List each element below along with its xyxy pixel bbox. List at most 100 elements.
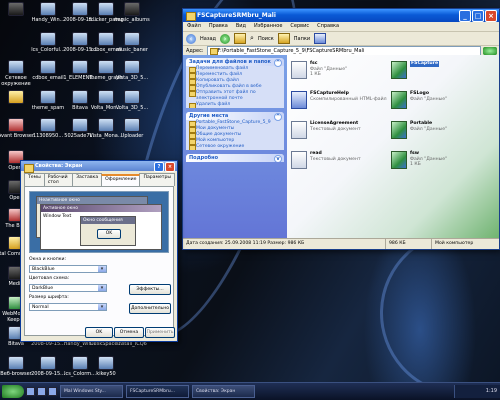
tab-desktop[interactable]: Рабочий стол — [43, 173, 74, 186]
chevron-down-icon[interactable]: v — [274, 155, 282, 162]
desktop-icon[interactable]: Uploader — [110, 118, 154, 139]
desktop-icon[interactable]: music_baner — [110, 32, 154, 53]
back-button[interactable]: ‹ — [186, 33, 196, 44]
desktop-icon-label: Vista_3D_5... — [115, 75, 149, 81]
status-bar: Дата создания: 25.09.2008 11:19 Размер: … — [183, 238, 499, 249]
display-properties-dialog[interactable]: Свойства: Экран ? × Темы Рабочий стол За… — [20, 160, 178, 342]
menu-help[interactable]: Справка — [317, 22, 339, 31]
forward-button[interactable]: › — [220, 33, 231, 44]
shortcut-icon — [40, 60, 56, 74]
start-button[interactable] — [2, 385, 24, 398]
taskbar: Mal Windows Sty... FSCaptureSRMbru... Св… — [0, 382, 500, 400]
folders-icon[interactable] — [277, 33, 290, 44]
minimize-button[interactable]: _ — [459, 10, 471, 22]
advanced-button[interactable]: Дополнительно — [129, 303, 171, 314]
close-button[interactable]: × — [485, 10, 497, 22]
tab-settings[interactable]: Параметры — [139, 173, 175, 186]
cancel-button[interactable]: Отмена — [114, 327, 144, 338]
task-pane: Задачи для файлов и папок ^ Переименовать… — [183, 55, 287, 239]
file-item[interactable]: LicenseAgreement Текстовый документ — [291, 121, 387, 145]
shortcut-icon — [40, 356, 56, 370]
search-label[interactable]: Поиск — [258, 36, 274, 42]
file-size: 1 КБ — [410, 162, 421, 167]
menu-tools[interactable]: Сервис — [290, 22, 309, 31]
file-item[interactable]: read Текстовый документ — [291, 151, 387, 175]
shortcut-icon — [124, 2, 140, 16]
menu-edit[interactable]: Правка — [209, 22, 228, 31]
shortcut-icon — [98, 356, 114, 370]
file-icon — [391, 61, 407, 79]
file-task-link[interactable]: Отправить этот файл по электронной почте — [186, 90, 284, 102]
shortcut-icon — [8, 60, 24, 74]
file-type: Текстовый документ — [310, 156, 361, 162]
chevron-down-icon[interactable]: ▾ — [98, 304, 106, 310]
up-folder-icon[interactable] — [234, 33, 247, 44]
dialog-titlebar[interactable]: Свойства: Экран ? × — [21, 161, 177, 173]
tab-themes[interactable]: Темы — [24, 173, 45, 186]
chevron-down-icon[interactable]: ▾ — [98, 266, 106, 272]
quicklaunch-browser-icon[interactable] — [37, 387, 46, 396]
dialog-tabs: Темы Рабочий стол Заставка Оформление Па… — [21, 171, 177, 187]
views-icon[interactable] — [314, 33, 327, 44]
file-item[interactable]: FSCaptureHelp Скомпилированный HTML-файл — [291, 91, 387, 115]
other-places-panel: Другие места ^ Portable_FastStone_Capture… — [186, 112, 284, 150]
shortcut-icon — [8, 2, 24, 16]
ok-button[interactable]: OK — [85, 327, 113, 338]
folder-icon — [186, 12, 196, 21]
desktop-icon[interactable]: kikey50 — [84, 356, 128, 377]
details-panel: Подробно v — [186, 154, 284, 162]
desktop-icon-label: music_baner — [116, 47, 148, 53]
search-icon[interactable]: ⌕ — [250, 34, 254, 43]
windows-buttons-select[interactable]: BlackBlue ▾ — [29, 265, 107, 273]
apply-button[interactable]: Применить — [145, 327, 175, 338]
folders-label[interactable]: Папки — [294, 36, 310, 42]
go-button[interactable] — [483, 47, 497, 55]
explorer-window[interactable]: FSCaptureSRMbru_Mali _ □ × Файл Правка В… — [182, 8, 500, 250]
help-button[interactable]: ? — [154, 162, 164, 172]
file-item[interactable]: fsw Файл "Данные" 1 КБ — [391, 151, 487, 175]
desktop-icon[interactable]: Vista_3D_5... — [110, 60, 154, 81]
color-scheme-label: Цветовая схема: — [29, 276, 70, 281]
font-size-select[interactable]: Normal ▾ — [29, 303, 107, 311]
tab-screensaver[interactable]: Заставка — [72, 173, 103, 186]
details-header[interactable]: Подробно v — [186, 154, 284, 162]
desktop-icon[interactable]: music_albums — [110, 2, 154, 23]
menu-view[interactable]: Вид — [236, 22, 246, 31]
chevron-down-icon[interactable]: ▾ — [98, 285, 106, 291]
other-place-link[interactable]: Сетевое окружение — [186, 144, 284, 150]
explorer-titlebar[interactable]: FSCaptureSRMbru_Mali _ □ × — [183, 9, 499, 22]
shortcut-icon — [124, 118, 140, 132]
shortcut-icon — [124, 32, 140, 46]
quicklaunch-desktop-icon[interactable] — [26, 387, 35, 396]
maximize-button[interactable]: □ — [472, 10, 484, 22]
color-scheme-select[interactable]: DarkBlue ▾ — [29, 284, 107, 292]
file-name: FSCapture — [410, 61, 440, 67]
effects-button[interactable]: Эффекты... — [129, 284, 171, 295]
clock[interactable]: 1:19 — [486, 388, 497, 394]
file-task-link[interactable]: Удалить файл — [186, 102, 284, 108]
file-type: Скомпилированный HTML-файл — [310, 96, 387, 102]
desktop-icon-label: music_albums — [114, 17, 150, 23]
menu-file[interactable]: Файл — [187, 22, 201, 31]
menu-favorites[interactable]: Избранное — [254, 22, 282, 31]
file-item[interactable]: FSCapture — [391, 61, 487, 85]
file-name: LicenseAgreement — [310, 121, 359, 126]
quicklaunch-media-icon[interactable] — [48, 387, 57, 396]
preview-message-box: Окно сообщения OK — [80, 216, 136, 246]
taskbar-button-mal-windows[interactable]: Mal Windows Sty... — [60, 385, 123, 398]
desktop-icon-label: Uploader — [120, 133, 144, 139]
close-button[interactable]: × — [165, 162, 175, 172]
desktop-icon[interactable]: Volta_3D_5... — [110, 90, 154, 111]
taskbar-button-explorer[interactable]: FSCaptureSRMbru... — [126, 385, 189, 398]
file-item[interactable]: Portable Файл "Данные" — [391, 121, 487, 145]
file-size: 1 КБ — [310, 72, 321, 77]
file-tasks-header[interactable]: Задачи для файлов и папок ^ — [186, 58, 284, 67]
shortcut-icon — [8, 118, 24, 132]
file-icon — [291, 61, 307, 79]
other-places-header[interactable]: Другие места ^ — [186, 112, 284, 121]
file-item[interactable]: fsc Файл "Данные" 1 КБ — [291, 61, 387, 85]
font-size-label: Размер шрифта: — [29, 295, 69, 300]
taskbar-button-display-properties[interactable]: Свойства: Экран — [192, 385, 255, 398]
file-item[interactable]: FSLogo Файл "Данные" — [391, 91, 487, 115]
desktop-icon-label: Volta_3D_5... — [115, 105, 149, 111]
